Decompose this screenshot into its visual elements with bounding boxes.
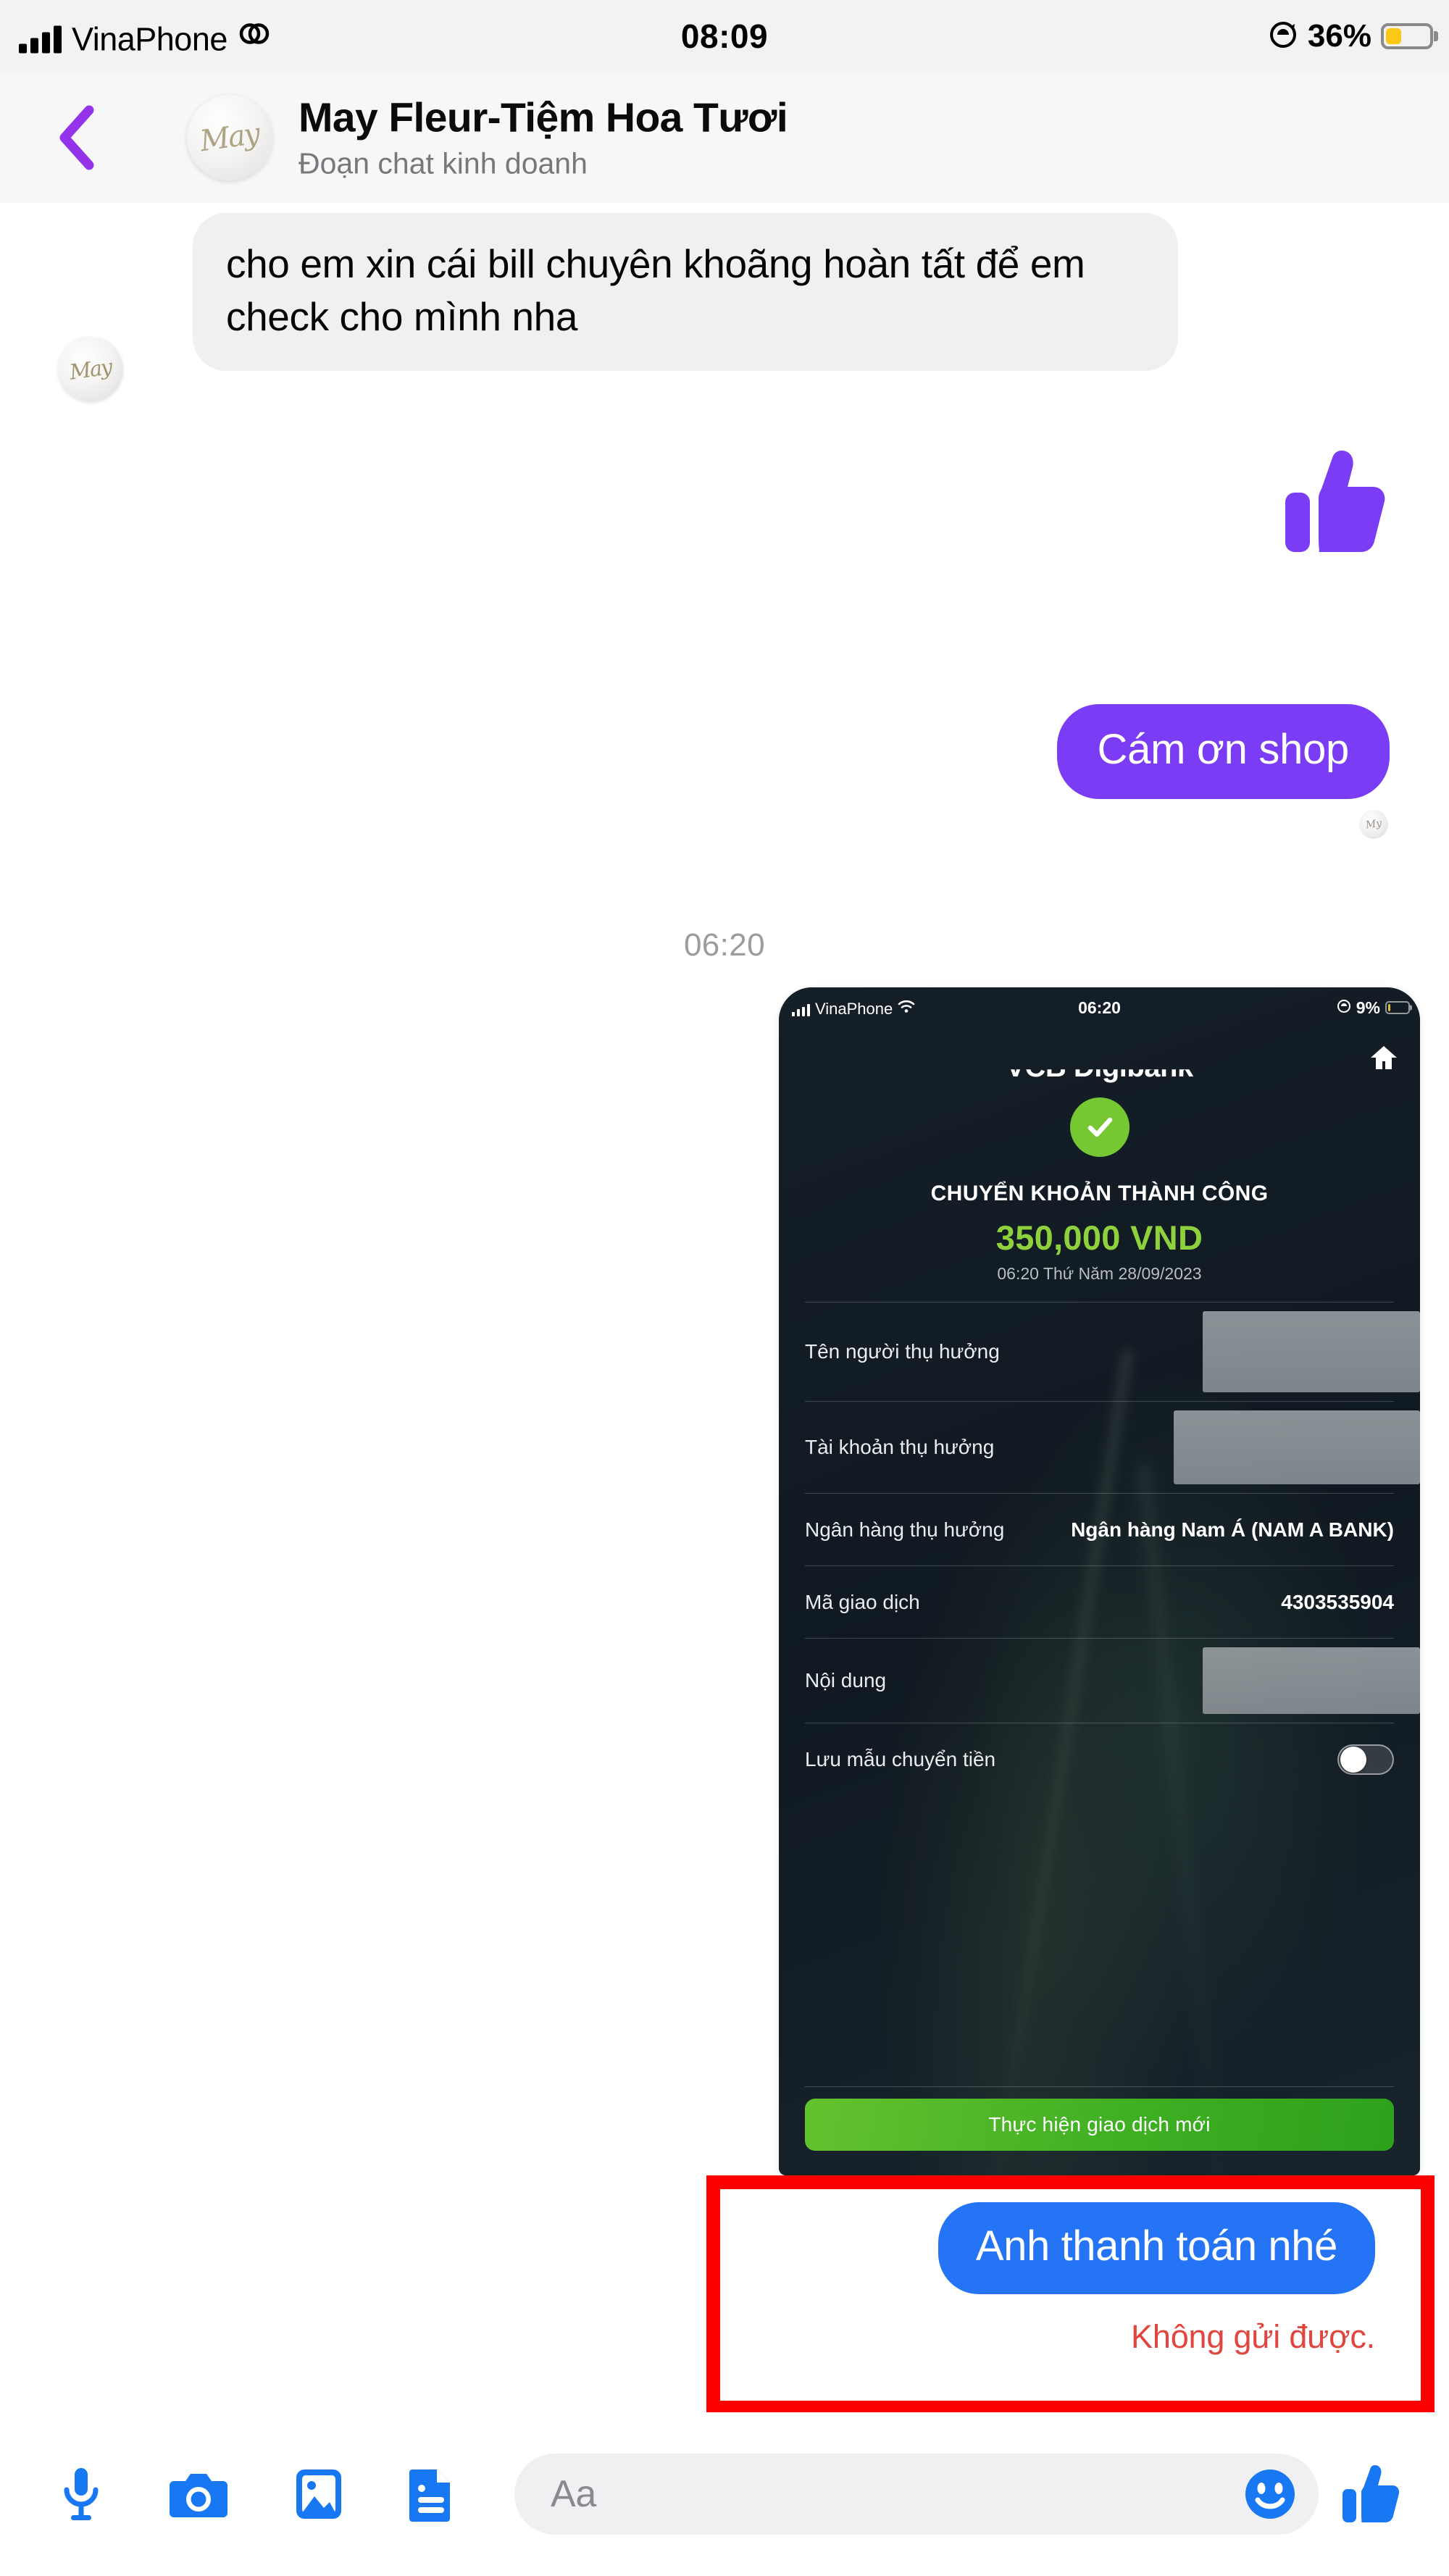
incoming-avatar-monogram: May <box>68 354 113 385</box>
redacted-value <box>1174 1410 1420 1484</box>
table-row: Ngân hàng thụ hưởng Ngân hàng Nam Á (NAM… <box>805 1493 1394 1565</box>
document-icon[interactable] <box>409 2467 454 2522</box>
avatar-monogram: May <box>198 117 262 159</box>
receipt-amount: 350,000 VND <box>995 1218 1203 1257</box>
gallery-icon[interactable] <box>294 2467 343 2521</box>
table-row: Tên người thụ hưởng <box>805 1302 1420 1401</box>
row-value: Ngân hàng Nam Á (NAM A BANK) <box>1071 1518 1394 1541</box>
save-template-row: Lưu mẫu chuyển tiền <box>805 1723 1394 1795</box>
row-label: Ngân hàng thụ hưởng <box>805 1518 1005 1541</box>
battery-percent-label: 36% <box>1307 18 1371 54</box>
incoming-avatar: May <box>58 337 123 402</box>
table-row: Mã giao dịch 4303535904 <box>805 1565 1394 1638</box>
message-input-placeholder: Aa <box>551 2473 597 2515</box>
chat-header: May May Fleur-Tiệm Hoa Tươi Đoạn chat ki… <box>0 72 1449 203</box>
microphone-icon[interactable] <box>59 2466 103 2522</box>
row-label: Tên người thụ hưởng <box>805 1340 1000 1363</box>
failed-message-bubble[interactable]: Anh thanh toán nhé <box>938 2202 1375 2294</box>
toggle-knob <box>1340 1746 1366 1773</box>
clock-label: 08:09 <box>680 17 769 55</box>
row-label: Mã giao dịch <box>805 1590 920 1613</box>
home-icon[interactable] <box>1369 1044 1398 1075</box>
header-subtitle: Đoạn chat kinh doanh <box>298 146 588 180</box>
rotation-lock-icon <box>1337 999 1351 1017</box>
success-check-icon <box>1069 1097 1129 1157</box>
header-text-group[interactable]: May Fleur-Tiệm Hoa Tươi Đoạn chat kinh d… <box>298 95 788 181</box>
seen-indicator-avatar: My <box>1359 810 1388 839</box>
back-button[interactable] <box>52 105 103 170</box>
attached-receipt-image[interactable]: VinaPhone 06:20 9% CHUYỂN KHOẢN THÀNH CÔ… <box>779 987 1420 2175</box>
outgoing-message-text: Cám ơn shop <box>1097 726 1350 773</box>
incoming-message-text: cho em xin cái bill chuyên khoãng hoàn t… <box>226 241 1085 340</box>
send-failed-status: Không gửi được. <box>1131 2318 1375 2355</box>
thumbs-up-icon[interactable] <box>1340 2464 1401 2525</box>
table-row: Nội dung <box>805 1638 1420 1723</box>
receipt-clock-label: 06:20 <box>1078 998 1121 1017</box>
save-template-toggle[interactable] <box>1337 1744 1394 1775</box>
message-input[interactable]: Aa <box>514 2454 1319 2535</box>
receipt-battery-icon <box>1385 1001 1410 1014</box>
camera-icon[interactable] <box>168 2468 229 2520</box>
redacted-value <box>1203 1647 1420 1714</box>
seen-avatar-monogram: My <box>1364 817 1383 832</box>
emoji-smiley-icon[interactable] <box>1243 2467 1297 2521</box>
receipt-battery-percent: 9% <box>1356 998 1380 1017</box>
status-bar: VinaPhone 08:09 36% <box>0 0 1449 72</box>
timestamp-divider: 06:20 <box>683 927 766 963</box>
incoming-message-bubble[interactable]: cho em xin cái bill chuyên khoãng hoàn t… <box>193 213 1178 372</box>
row-label: Nội dung <box>805 1669 887 1691</box>
status-bar-right: 36% <box>1268 18 1433 54</box>
new-transaction-button[interactable]: Thực hiện giao dịch mới <box>805 2099 1394 2151</box>
thumbs-up-sticker[interactable] <box>1281 448 1390 560</box>
receipt-status-right: 9% <box>1337 998 1410 1018</box>
phone-screen: VinaPhone 08:09 36% May May Fleur-Tiệm H… <box>0 0 1449 2576</box>
receipt-success-title: CHUYỂN KHOẢN THÀNH CÔNG <box>930 1182 1269 1205</box>
page-title: May Fleur-Tiệm Hoa Tươi <box>298 94 788 141</box>
composer-bar: Aa <box>0 2412 1449 2576</box>
battery-icon <box>1381 23 1433 49</box>
avatar[interactable]: May <box>187 95 272 180</box>
rotation-lock-icon <box>1268 20 1298 54</box>
receipt-detail-rows: Tên người thụ hưởng Tài khoản thụ hưởng … <box>805 1302 1420 1795</box>
receipt-divider <box>805 2086 1394 2087</box>
table-row: Tài khoản thụ hưởng <box>805 1401 1420 1493</box>
failed-message-text: Anh thanh toán nhé <box>975 2222 1338 2270</box>
row-label: Tài khoản thụ hưởng <box>805 1436 995 1458</box>
redacted-value <box>1203 1311 1420 1392</box>
outgoing-message-bubble[interactable]: Cám ơn shop <box>1056 704 1390 799</box>
receipt-status-bar: VinaPhone 06:20 9% <box>779 987 1420 1028</box>
receipt-datetime: 06:20 Thứ Năm 28/09/2023 <box>997 1264 1202 1283</box>
row-value: 4303535904 <box>1281 1591 1394 1613</box>
composer-icon-group <box>59 2466 454 2522</box>
new-transaction-label: Thực hiện giao dịch mới <box>988 2113 1211 2136</box>
save-template-label: Lưu mẫu chuyển tiền <box>805 1747 996 1770</box>
